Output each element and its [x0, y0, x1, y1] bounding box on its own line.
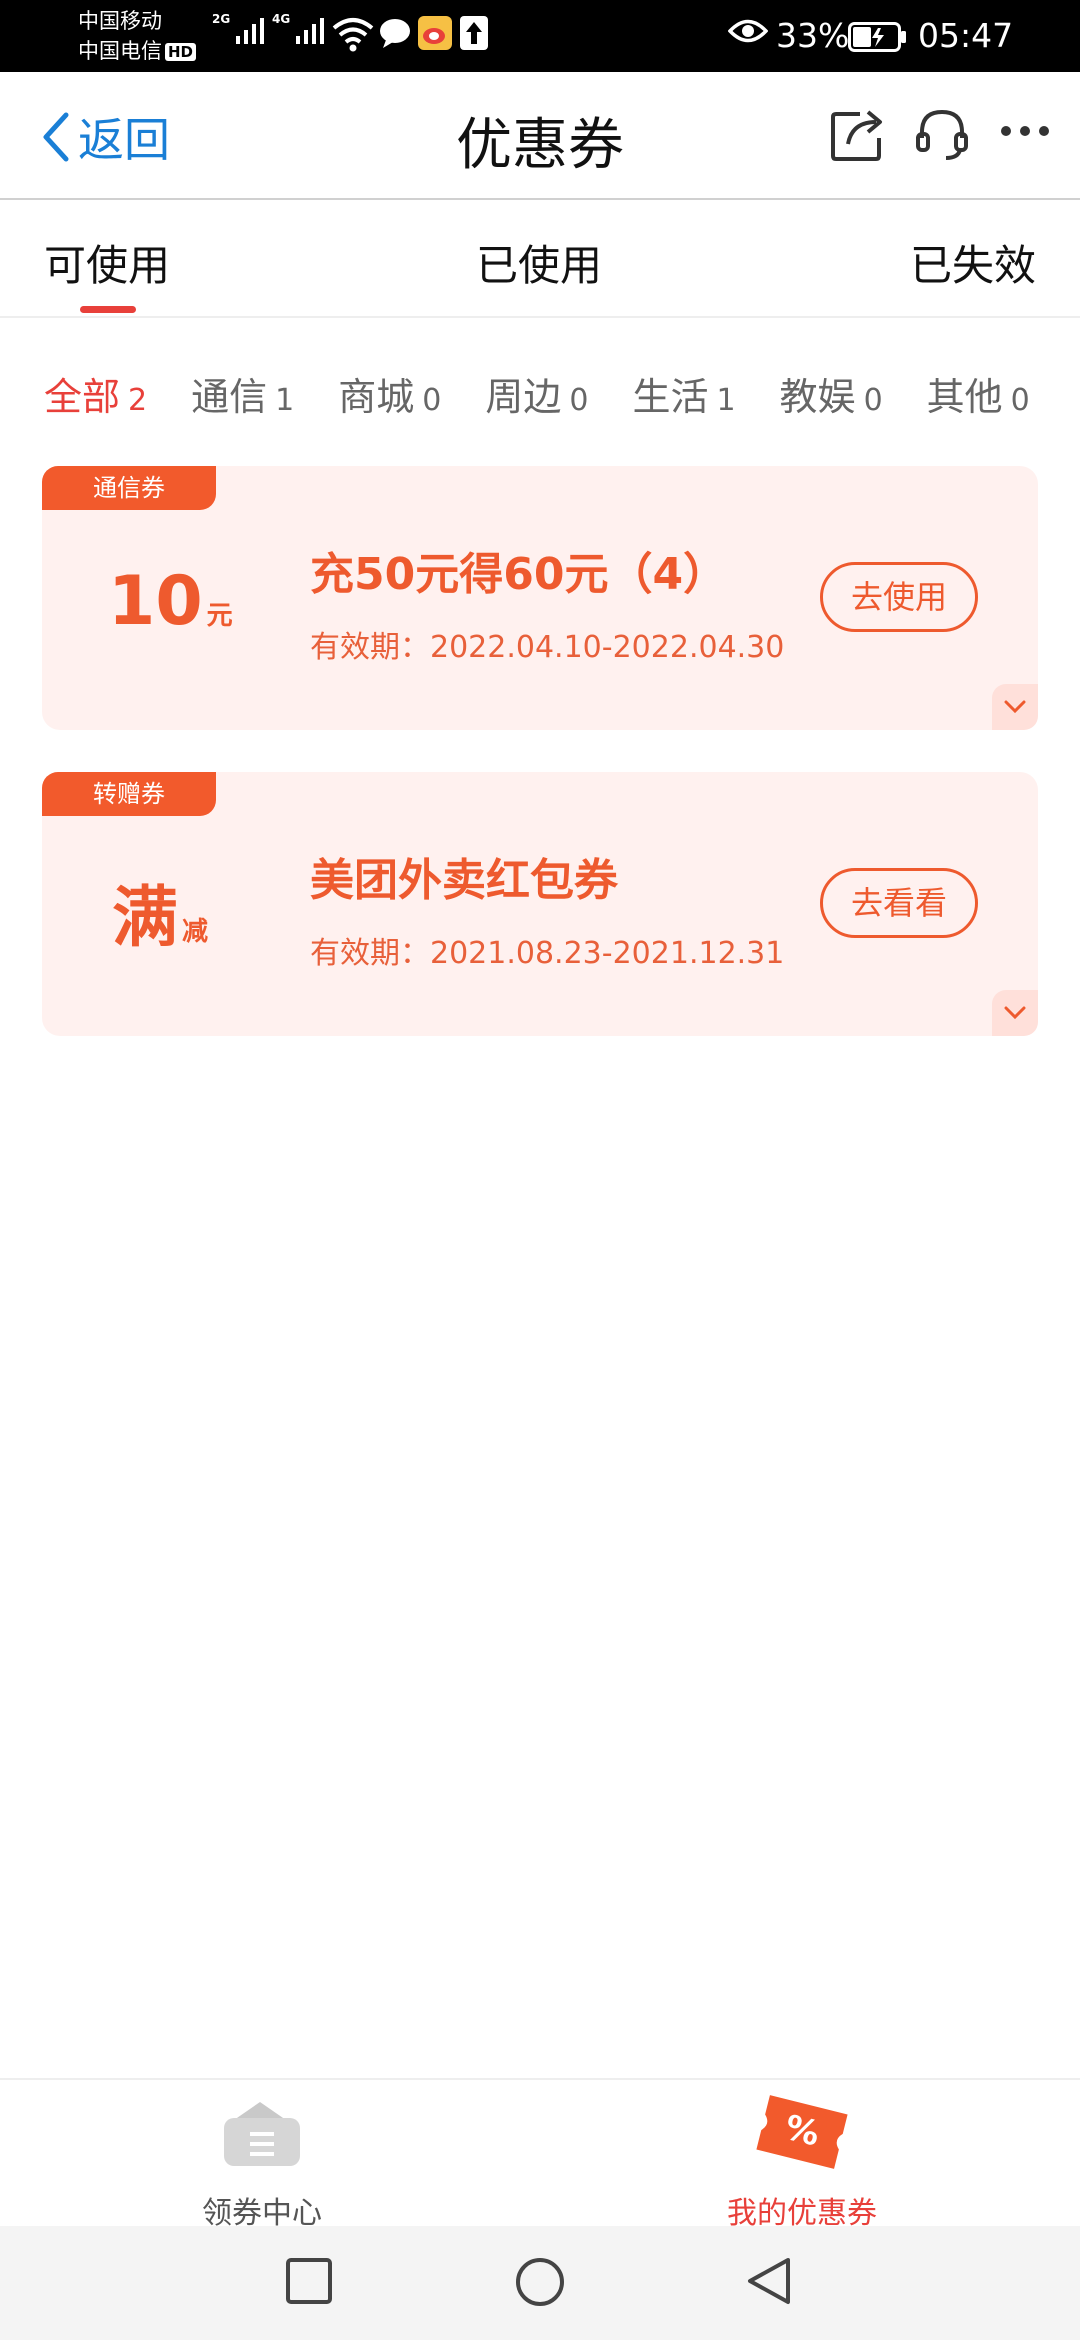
filter-nearby[interactable]: 周边 0: [485, 366, 588, 426]
filter-count: 1: [716, 383, 736, 418]
customer-service-icon[interactable]: [914, 106, 970, 162]
expand-button[interactable]: [992, 990, 1038, 1036]
upload-icon: [460, 16, 488, 50]
coupon-validity: 有效期：2022.04.10-2022.04.30: [310, 630, 785, 665]
share-icon[interactable]: [830, 106, 886, 162]
net-label-2g: 2G: [212, 12, 231, 26]
hd-badge: HD: [165, 43, 197, 61]
page: 中国移动 中国电信 HD 2G 4G 33% 05:47 返回 优惠券 可使用 …: [0, 0, 1080, 2340]
clock: 05:47: [918, 16, 1014, 55]
tab-available[interactable]: 可使用: [44, 232, 170, 293]
filter-count: 2: [128, 383, 148, 418]
net-label-4g: 4G: [272, 12, 291, 26]
coupon-amount: 满减: [112, 864, 208, 960]
tab-expired[interactable]: 已失效: [910, 232, 1036, 293]
filter-count: 0: [422, 383, 442, 418]
nav-coupon-center[interactable]: 领券中心: [112, 2080, 412, 2231]
coupon-title: 美团外卖红包券: [310, 855, 618, 906]
coupon-validity: 有效期：2021.08.23-2021.12.31: [310, 936, 785, 971]
filter-label: 商城: [338, 375, 415, 419]
my-coupon-icon: %: [756, 2095, 848, 2169]
more-icon[interactable]: [1000, 124, 1050, 138]
carrier-2: 中国电信: [78, 39, 162, 63]
status-tabs: 可使用 已使用 已失效: [0, 200, 1080, 318]
recent-apps-icon[interactable]: [284, 2256, 334, 2306]
coupon-type-tag: 通信券: [42, 466, 216, 510]
system-navigation-bar: [0, 2226, 1080, 2340]
coupon-center-icon: [224, 2102, 300, 2166]
filter-label: 周边: [485, 375, 562, 419]
eye-icon: [728, 19, 768, 43]
coupon-amount-unit: 减: [182, 917, 209, 947]
coupon-amount-value: 10: [108, 562, 203, 641]
use-coupon-button[interactable]: 去使用: [820, 562, 978, 632]
coupon-amount: 10 元: [108, 562, 233, 641]
coupon-type-tag: 转赠券: [42, 772, 216, 816]
back-triangle-icon[interactable]: [744, 2256, 794, 2306]
filter-label: 通信: [191, 375, 268, 419]
coupon-card[interactable]: 转赠券 满减 美团外卖红包券 有效期：2021.08.23-2021.12.31…: [42, 772, 1038, 1036]
coupon-amount-value: 满: [112, 879, 178, 956]
view-coupon-button[interactable]: 去看看: [820, 868, 978, 938]
nav-my-coupons[interactable]: % 我的优惠券: [652, 2080, 952, 2231]
filter-label: 其他: [926, 375, 1003, 419]
filter-telecom[interactable]: 通信 1: [191, 366, 294, 426]
battery-icon: [848, 22, 906, 52]
battery-percent: 33%: [776, 16, 850, 55]
coupon-card[interactable]: 通信券 10 元 充50元得60元（4） 有效期：2022.04.10-2022.…: [42, 466, 1038, 730]
chevron-down-icon: [1004, 1006, 1026, 1020]
tab-used[interactable]: 已使用: [476, 232, 602, 293]
active-tab-indicator: [80, 306, 136, 313]
home-icon[interactable]: [514, 2256, 566, 2308]
expand-button[interactable]: [992, 684, 1038, 730]
filter-all[interactable]: 全部 2: [44, 366, 147, 426]
message-icon: [380, 19, 410, 48]
carrier-info: 中国移动 中国电信 HD: [78, 6, 197, 66]
filter-count: 0: [569, 383, 589, 418]
filter-label: 全部: [44, 375, 121, 419]
weibo-icon: [418, 16, 452, 50]
coupon-title: 充50元得60元（4）: [310, 549, 728, 600]
app-header: 返回 优惠券: [0, 72, 1080, 200]
wifi-icon: [332, 18, 374, 52]
coupon-amount-unit: 元: [206, 601, 233, 631]
bottom-navigation: 领券中心 % 我的优惠券: [0, 2078, 1080, 2231]
carrier-2-row: 中国电信 HD: [78, 36, 197, 66]
filter-education-entertainment[interactable]: 教娱 0: [780, 366, 883, 426]
filter-count: 1: [275, 383, 295, 418]
filter-other[interactable]: 其他 0: [927, 366, 1030, 426]
status-bar: 中国移动 中国电信 HD 2G 4G 33% 05:47: [0, 0, 1080, 72]
chevron-down-icon: [1004, 700, 1026, 714]
category-filters: 全部 2 通信 1 商城 0 周边 0 生活 1 教娱 0 其他 0: [44, 366, 1080, 426]
signal-4g-icon: 4G: [272, 12, 325, 44]
filter-life[interactable]: 生活 1: [632, 366, 735, 426]
carrier-1: 中国移动: [78, 9, 162, 33]
filter-count: 0: [1010, 383, 1030, 418]
filter-mall[interactable]: 商城 0: [338, 366, 441, 426]
filter-label: 教娱: [779, 375, 856, 419]
filter-count: 0: [863, 383, 883, 418]
signal-2g-icon: 2G: [212, 12, 265, 44]
filter-label: 生活: [632, 375, 709, 419]
